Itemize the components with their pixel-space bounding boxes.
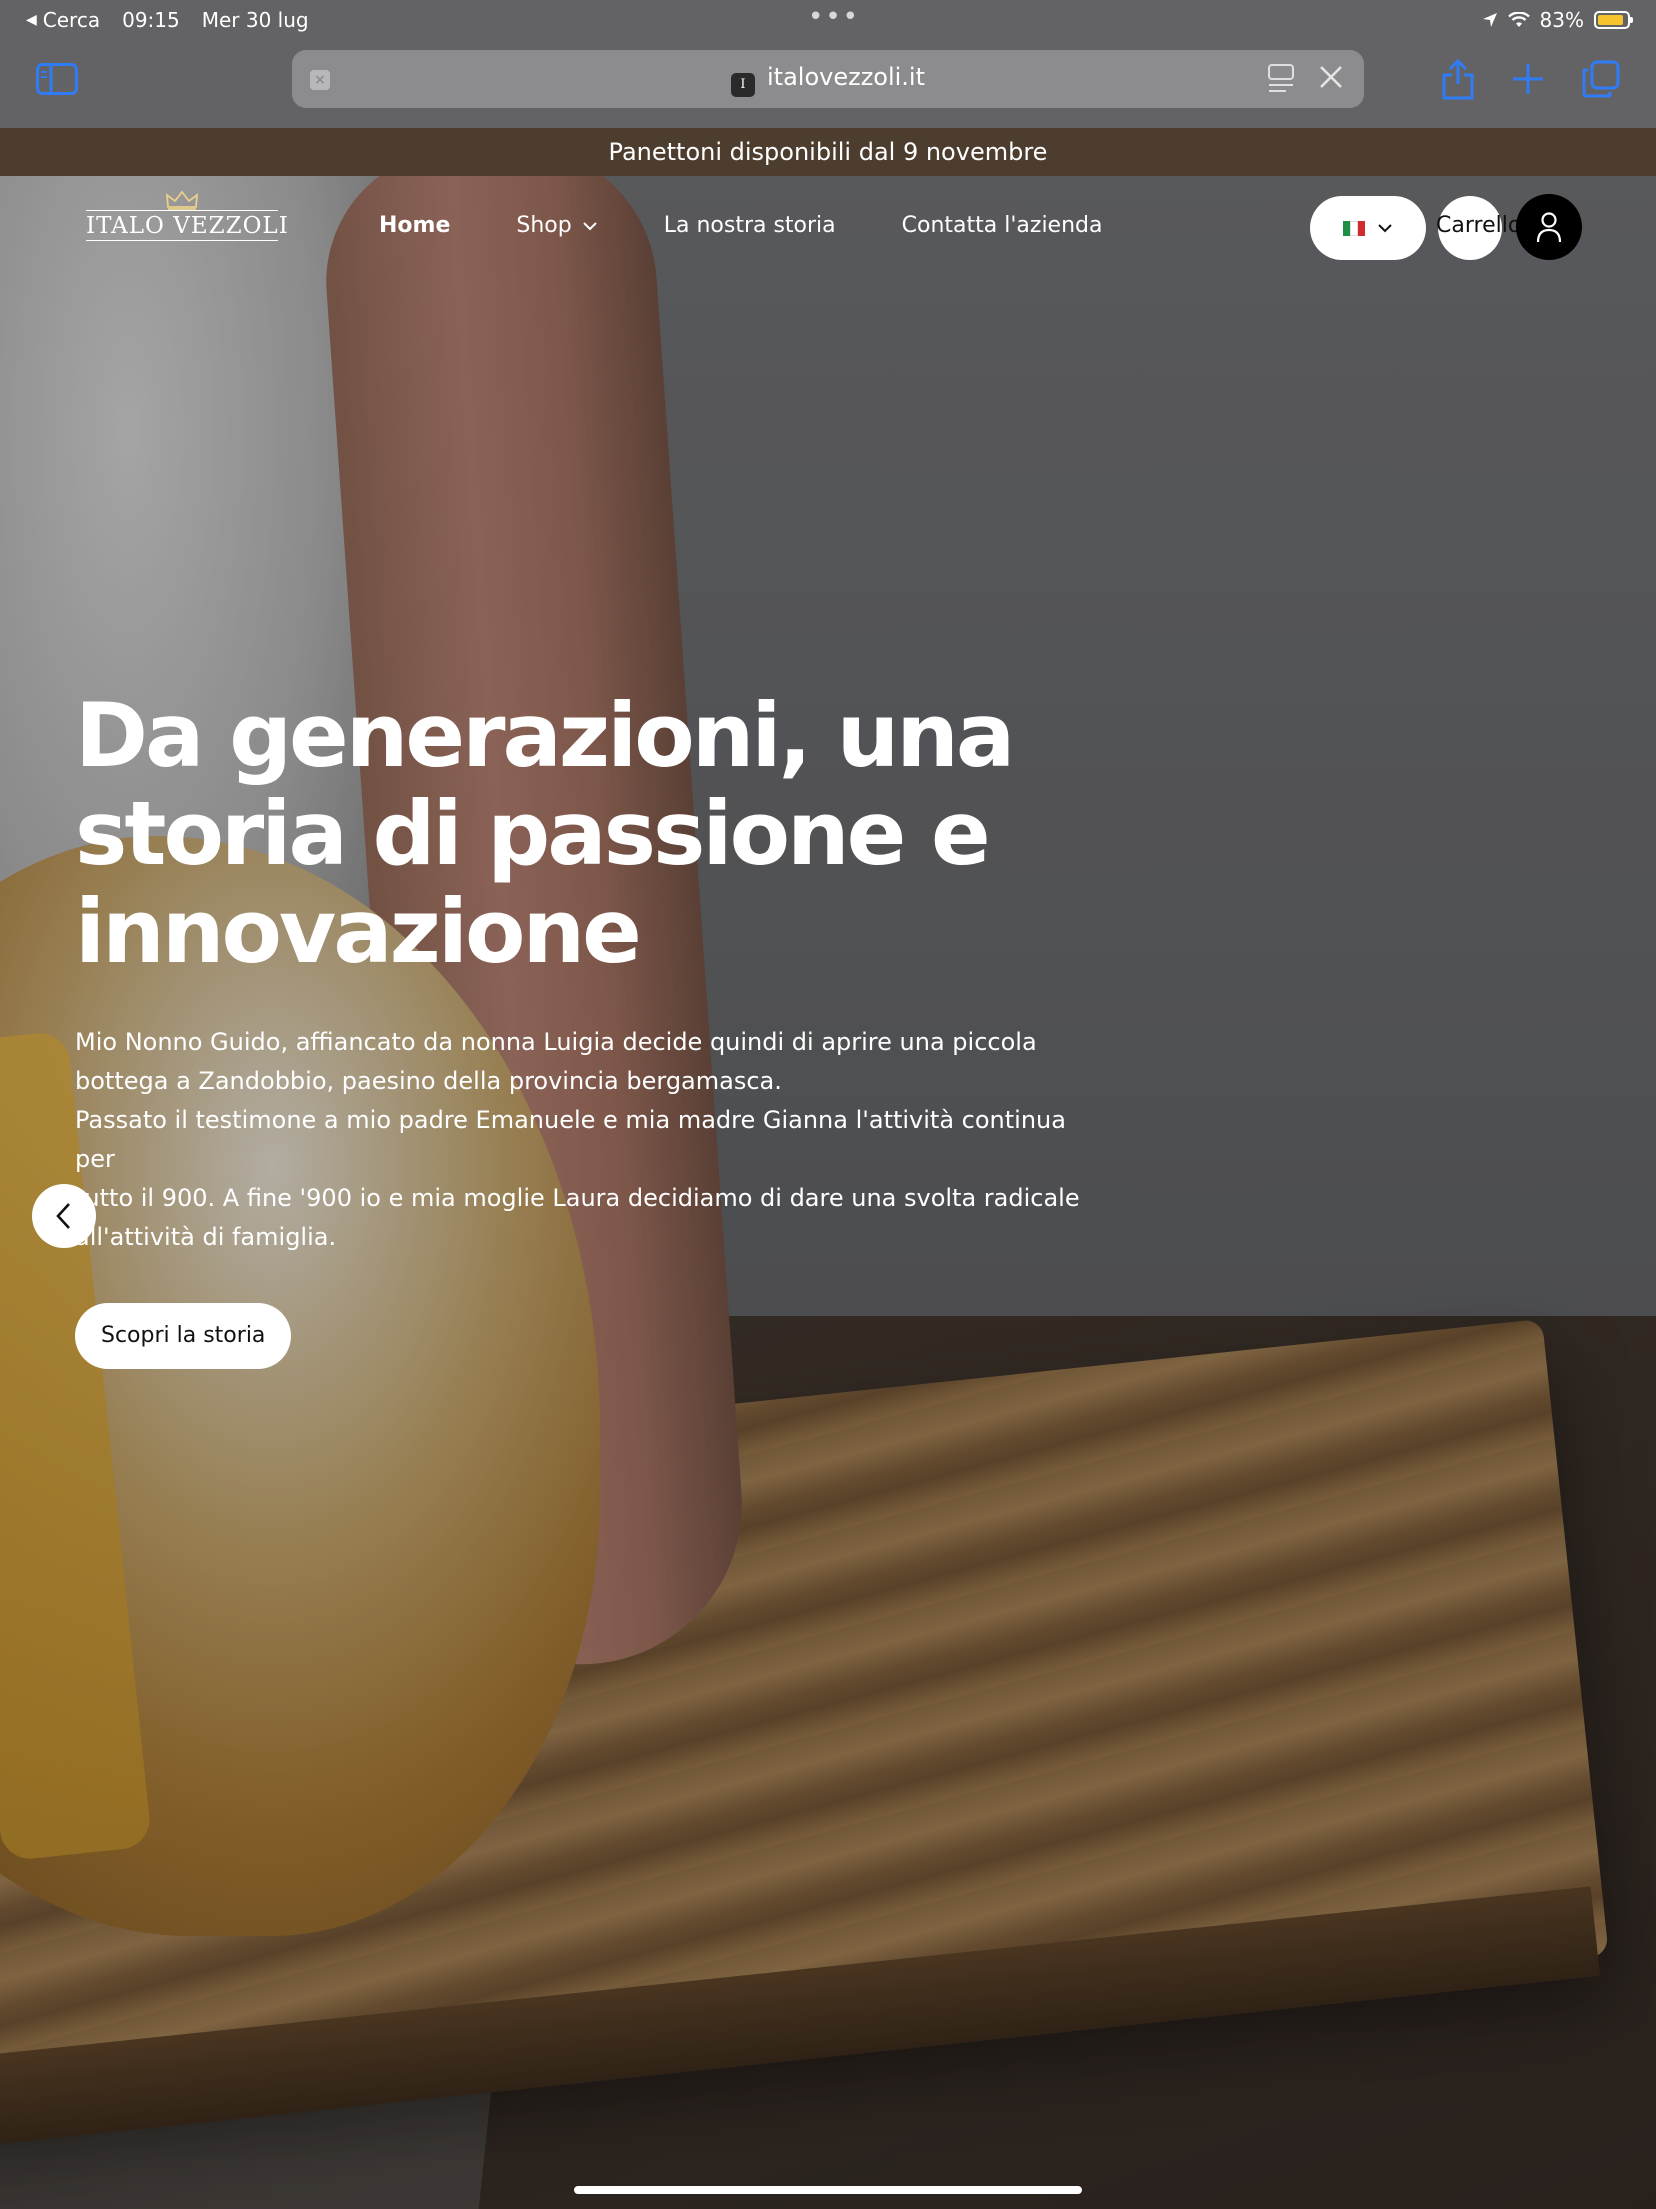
nav-our-story[interactable]: La nostra storia	[664, 213, 836, 238]
chevron-down-icon	[583, 221, 597, 230]
site-logo[interactable]: ITALO VEZZOLI	[86, 190, 288, 241]
language-selector[interactable]	[1310, 196, 1426, 260]
main-nav: Home Shop La nostra storia Contatta l'az…	[379, 213, 1168, 238]
nav-home-label: Home	[379, 213, 451, 238]
nav-shop-label: Shop	[516, 213, 572, 238]
url-text[interactable]: italovezzoli.it	[767, 63, 925, 91]
hero-paragraph-line: bottega a Zandobbio, paesino della provi…	[75, 1067, 782, 1095]
account-button[interactable]	[1516, 194, 1582, 260]
chevron-left-icon	[56, 1203, 70, 1229]
multitasking-dots-icon[interactable]: •••	[808, 2, 860, 32]
reader-icon[interactable]	[1268, 64, 1294, 98]
hero-paragraph-line: all'attività di famiglia.	[75, 1223, 337, 1251]
discover-story-button[interactable]: Scopri la storia	[75, 1303, 292, 1369]
logo-text: ITALO VEZZOLI	[86, 210, 288, 241]
location-icon	[1482, 13, 1497, 27]
chevron-down-icon	[1378, 224, 1392, 233]
nav-contact-label: Contatta l'azienda	[901, 213, 1103, 238]
status-date: Mer 30 lug	[201, 8, 309, 32]
italy-flag-icon	[1343, 220, 1366, 236]
cart-label[interactable]: Carrello	[1436, 213, 1521, 238]
battery-percent: 83%	[1539, 8, 1584, 32]
announcement-text: Panettoni disponibili dal 9 novembre	[608, 138, 1048, 166]
nav-home[interactable]: Home	[379, 213, 450, 238]
address-bar[interactable]: × Iitalovezzoli.it	[292, 50, 1364, 108]
hero-title: Da generazioni, una storia di passione e…	[75, 684, 1015, 983]
nav-shop[interactable]: Shop	[516, 213, 597, 238]
back-arrow-icon[interactable]: ◀	[26, 12, 37, 28]
site-header: ITALO VEZZOLI Home Shop La nostra storia…	[0, 176, 1656, 276]
hero-paragraph-line: Passato il testimone a mio padre Emanuel…	[75, 1106, 1066, 1134]
user-icon	[1536, 212, 1562, 243]
back-to-app[interactable]: Cerca	[43, 8, 100, 32]
tabs-overview-icon[interactable]	[1578, 56, 1624, 102]
hero-content: Da generazioni, una storia di passione e…	[75, 687, 1095, 1369]
share-icon[interactable]	[1435, 56, 1481, 102]
hero-paragraph: Mio Nonno Guido, affiancato da nonna Lui…	[75, 1023, 1095, 1257]
hero-paragraph-line: tutto il 900. A fine '900 io e mia mogli…	[75, 1184, 1080, 1212]
browser-chrome: ◀ Cerca 09:15 Mer 30 lug ••• 83% × Iital…	[0, 0, 1656, 128]
wifi-icon	[1507, 12, 1530, 27]
sidebar-icon[interactable]	[34, 56, 80, 102]
status-bar: ◀ Cerca 09:15 Mer 30 lug ••• 83%	[0, 0, 1656, 40]
crown-icon	[165, 190, 199, 210]
home-indicator	[574, 2186, 1082, 2194]
carousel-prev-button[interactable]	[32, 1184, 96, 1248]
hero-paragraph-line: per	[75, 1145, 115, 1173]
status-time: 09:15	[122, 8, 180, 32]
nav-contact[interactable]: Contatta l'azienda	[902, 213, 1103, 238]
battery-icon	[1594, 11, 1633, 29]
nav-our-story-label: La nostra storia	[663, 213, 836, 238]
hero-paragraph-line: Mio Nonno Guido, affiancato da nonna Lui…	[75, 1028, 1037, 1056]
new-tab-icon[interactable]	[1505, 56, 1551, 102]
announcement-bar: Panettoni disponibili dal 9 novembre	[0, 128, 1656, 176]
close-icon[interactable]	[1316, 62, 1346, 96]
site-favicon: I	[730, 73, 755, 97]
